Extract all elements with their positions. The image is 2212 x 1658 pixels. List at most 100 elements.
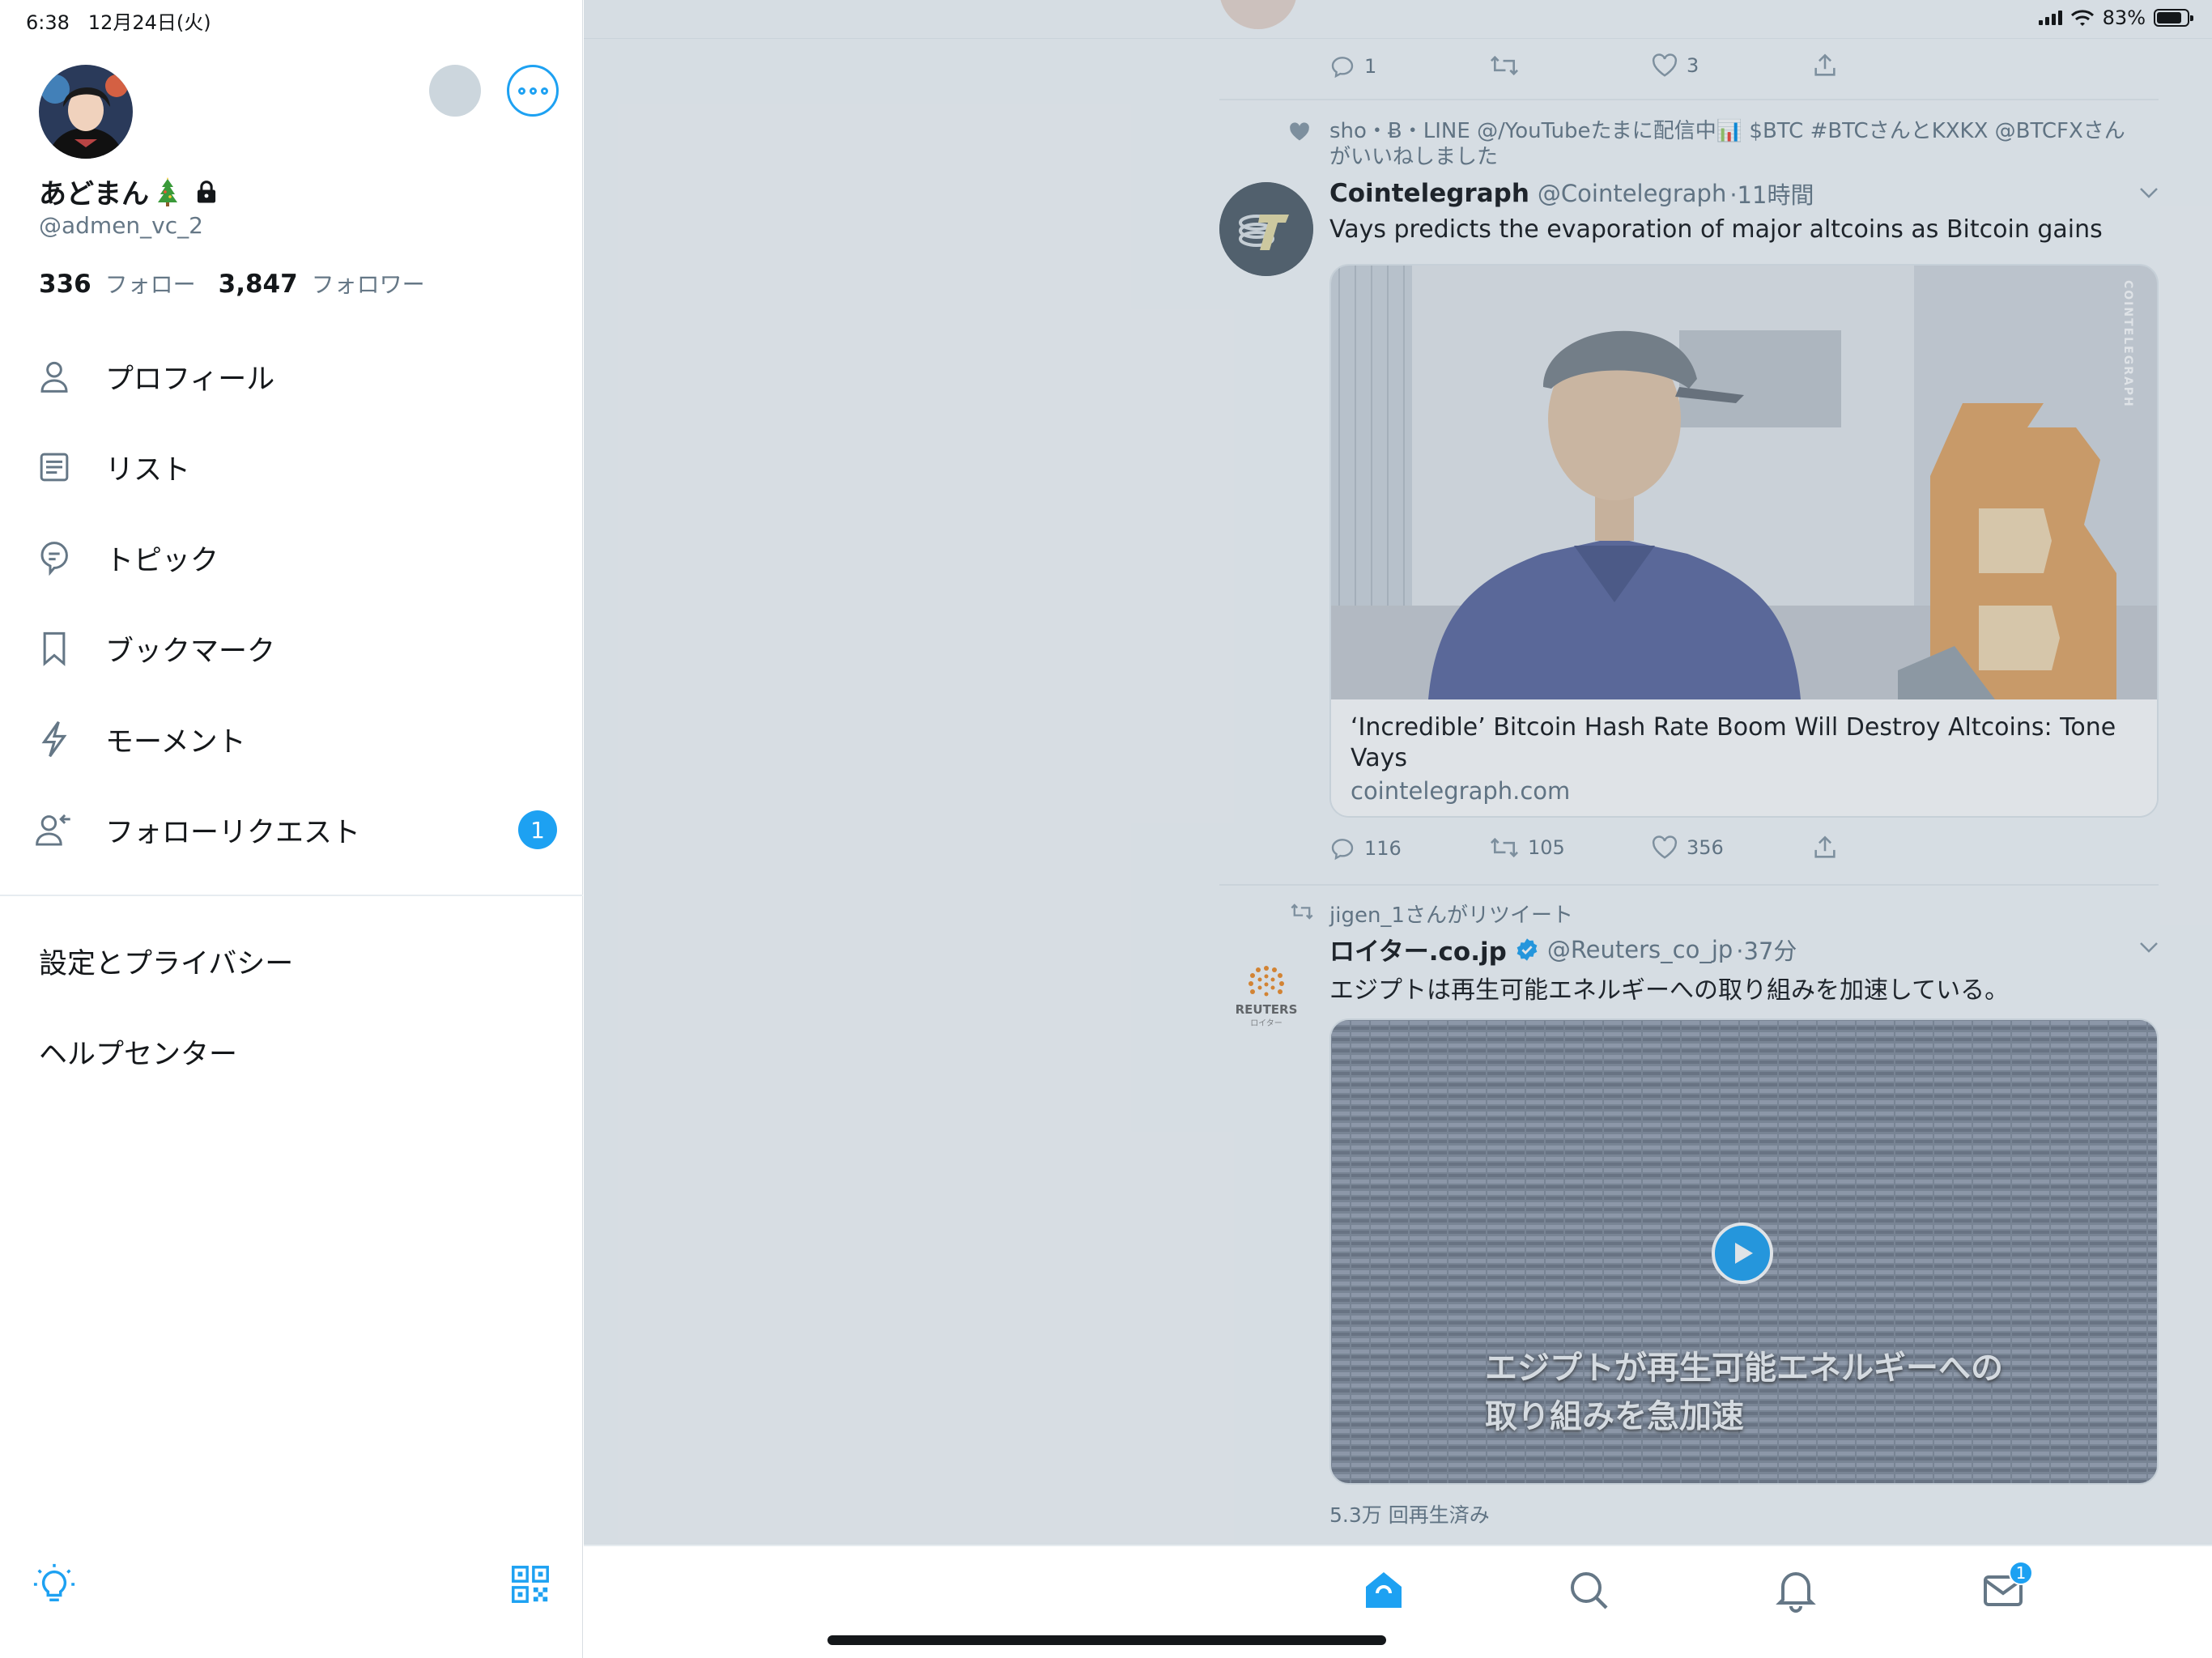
following-count: 336 [39,270,91,299]
person-icon [36,358,73,395]
menu-item-follow-requests[interactable]: フォローリクエスト 1 [0,789,583,870]
reply-button[interactable]: 1 [1329,53,1376,79]
battery-fill [2157,12,2181,23]
menu-item-bookmarks[interactable]: ブックマーク [0,608,583,689]
reuters-logo-text: REUTERS [1235,1002,1298,1017]
menu-item-moments[interactable]: モーメント [0,699,583,780]
share-icon [1814,53,1836,76]
social-context: jigen_1さんがリツイート [1329,903,1573,928]
author-handle: @Reuters_co_jp [1546,935,1733,963]
cellular-signal-icon [2038,11,2062,25]
tweet-text: Vays predicts the evaporation of major a… [1329,215,2103,244]
tweet-time: ·37分 [1736,937,1797,965]
menu-item-label: フォローリクエスト [105,816,361,849]
feed-top-bar [584,0,2212,39]
qr-code-icon[interactable] [508,1562,552,1606]
heart-icon [1652,53,1678,77]
display-name[interactable]: あどまん [39,172,219,211]
lock-icon [197,180,216,203]
status-bar-date: 12月24日(火) [87,11,211,34]
avatar-image [39,65,133,159]
followers-label: フォロワー [311,271,425,298]
menu-item-label: ブックマーク [105,635,276,668]
card-title: ‘Incredible’ Bitcoin Hash Rate Boom Will… [1351,713,2116,772]
menu-item-label: プロフィール [105,363,275,396]
lightning-icon [36,721,73,758]
follow-request-icon [36,811,73,848]
battery-icon [2154,9,2193,27]
home-indicator[interactable] [827,1635,1386,1645]
chevron-down-icon[interactable] [2138,941,2159,954]
card-text: ‘Incredible’ Bitcoin Hash Rate Boom Will… [1331,699,2157,816]
tweet-text: エジプトは再生可能エネルギーへの取り組みを加速している。 [1329,976,2010,1005]
social-context: sho・Ƀ・LINE @/YouTubeたまに配信中📊 $BTC #BTCさんと… [1329,119,2125,169]
like-button[interactable]: 3 [1651,53,1699,78]
help-center-link[interactable]: ヘルプセンター [39,1031,237,1073]
christmas-tree-icon [158,176,177,206]
messages-badge: 1 [2009,1561,2033,1585]
reuters-logo-subtext: ロイター [1250,1019,1283,1028]
retweet-icon [1490,55,1519,76]
image-watermark: COINTELEGRAPH [2121,280,2134,408]
dot-icon [540,87,548,95]
author-name: Cointelegraph [1329,179,1529,208]
reply-button[interactable]: 116 [1329,835,1402,861]
lightbulb-icon[interactable] [32,1562,76,1606]
video-caption: エジプトが再生可能エネルギーへの 取り組みを急加速 [1485,1350,2003,1435]
menu-item-lists[interactable]: リスト [0,427,583,508]
retweet-button[interactable] [1489,53,1520,78]
play-icon [1735,1243,1753,1264]
menu-item-topics[interactable]: トピック [0,517,583,598]
cointelegraph-avatar[interactable] [1219,182,1313,276]
card-domain: cointelegraph.com [1351,777,1571,805]
home-timeline[interactable]: 1 3 sho・Ƀ・LINE @/YouTubeたまに配信中📊 $BTC #BT… [584,0,2212,1546]
profile-avatar[interactable] [39,65,133,159]
video-player[interactable]: エジプトが再生可能エネルギーへの 取り組みを急加速 [1329,1018,2159,1485]
share-button[interactable] [1811,834,1839,861]
reuters-avatar[interactable]: REUTERS ロイター [1219,937,1313,1031]
tweet-author[interactable]: Cointelegraph @Cointelegraph ·11時間 [1329,176,1814,210]
menu-item-label: トピック [105,544,219,577]
view-count: 5.3万 回再生済み [1329,1503,1490,1527]
secondary-account-avatar[interactable] [429,65,481,117]
topic-icon [36,539,73,576]
follow-request-badge: 1 [518,810,557,849]
menu-item-label: モーメント [105,725,246,759]
list-icon [36,449,73,486]
dot-icon [517,87,525,95]
settings-privacy-link[interactable]: 設定とプライバシー [39,941,293,982]
retweet-icon [1490,837,1519,858]
tweet-divider [1219,99,2159,100]
followers-link[interactable]: 3,847 フォロワー [219,267,425,300]
share-button[interactable] [1811,52,1839,79]
following-label: フォロー [104,271,196,298]
menu-item-profile[interactable]: プロフィール [0,336,583,417]
tab-notifications-icon[interactable] [1773,1567,1819,1613]
dot-icon [529,87,537,95]
battery-percentage: 83% [2102,6,2146,29]
menu-divider [0,895,583,896]
like-button[interactable]: 356 [1651,835,1724,860]
tab-search-icon[interactable] [1566,1567,1611,1613]
wifi-icon [2070,10,2094,26]
followers-count: 3,847 [218,270,298,299]
retweet-count: 105 [1528,836,1565,859]
like-count: 3 [1687,54,1699,77]
tab-home-icon[interactable] [1361,1567,1406,1613]
play-button[interactable] [1712,1222,1773,1284]
follow-stats: 336 フォロー 3,847 フォロワー [39,267,425,300]
menu-item-label: リスト [105,453,191,487]
following-link[interactable]: 336 フォロー [39,267,196,300]
chevron-down-icon[interactable] [2138,186,2159,199]
more-accounts-button[interactable] [507,65,559,117]
link-card[interactable]: COINTELEGRAPH ‘Incredible’ Bitcoin Hash … [1329,264,2159,818]
side-menu: あどまん @admen_vc_2 336 フォロー 3,847 フォロワー プロ… [0,0,583,1658]
bookmark-icon [36,630,73,667]
tweet-author[interactable]: ロイター.co.jp @Reuters_co_jp ·37分 [1329,931,1797,967]
liked-heart-icon [1290,122,1309,141]
tweet-time: ·11時間 [1729,181,1814,209]
reply-count: 1 [1364,55,1377,78]
retweet-context-icon [1291,903,1313,920]
status-bar-indicators: 83% [2038,6,2193,29]
retweet-button[interactable]: 105 [1489,835,1565,860]
